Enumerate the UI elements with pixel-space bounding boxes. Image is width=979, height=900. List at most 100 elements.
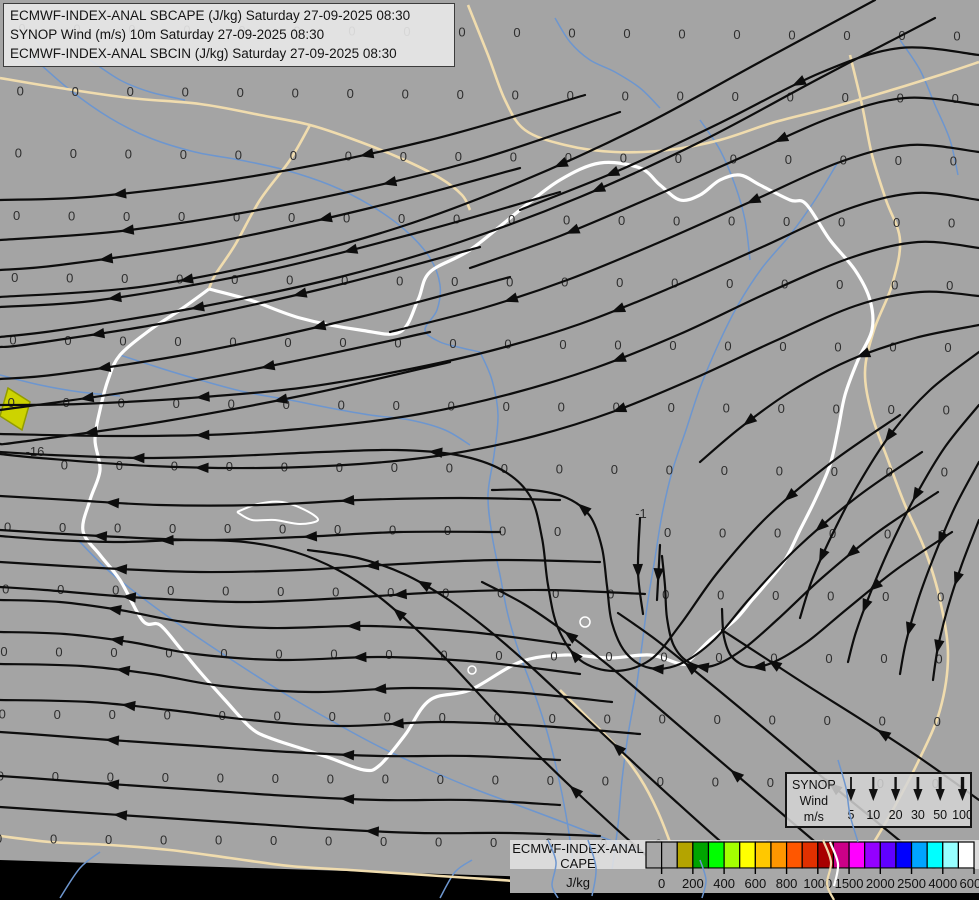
index-value: 0	[389, 523, 396, 538]
index-value: 0	[602, 774, 609, 789]
index-value: 0	[616, 275, 623, 290]
index-value: 0	[72, 84, 79, 99]
index-value: 0	[123, 209, 130, 224]
index-value: 0	[724, 338, 731, 353]
down-arrow-icon	[868, 789, 878, 801]
index-value: 0	[888, 402, 895, 417]
wind-legend-title: SYNOP Wind m/s	[787, 774, 841, 825]
index-value: 0	[767, 775, 774, 790]
index-value: 0	[769, 713, 776, 728]
index-value: 0	[554, 524, 561, 539]
index-value: 0	[719, 525, 726, 540]
index-value: 0	[604, 711, 611, 726]
cape-swatch	[910, 841, 928, 869]
index-value: 0	[778, 401, 785, 416]
index-value: 0	[568, 26, 575, 41]
index-value: 0	[953, 29, 960, 44]
cape-swatch	[926, 841, 944, 869]
index-value: 0	[220, 646, 227, 661]
index-value: 0	[387, 585, 394, 600]
cape-swatch	[957, 841, 975, 869]
index-value: 0	[838, 215, 845, 230]
index-value: 0	[332, 584, 339, 599]
cape-swatch	[676, 841, 694, 869]
index-value: 0	[380, 834, 387, 849]
index-value: 0	[513, 25, 520, 40]
index-value: 0	[779, 339, 786, 354]
index-value: 0	[109, 707, 116, 722]
cape-swatch	[895, 841, 913, 869]
cape-tick-label: 400	[713, 876, 735, 891]
cape-color-scale: ECMWF-INDEX-ANALCAPE J/kg 0 200 400 600 800 100…	[510, 840, 979, 900]
index-value: 0	[492, 773, 499, 788]
down-arrow-icon	[846, 789, 856, 801]
index-value: 0	[559, 337, 566, 352]
index-value: 0	[772, 588, 779, 603]
index-value: 0	[824, 713, 831, 728]
index-value: 0	[222, 584, 229, 599]
index-value: 0	[712, 774, 719, 789]
index-value: 0	[224, 521, 231, 536]
index-value: 0	[339, 335, 346, 350]
cape-swatch	[770, 841, 788, 869]
index-value: 0	[549, 711, 556, 726]
index-value: 0	[950, 153, 957, 168]
index-value: 0	[288, 210, 295, 225]
cape-swatch	[864, 841, 881, 869]
index-value: 0	[329, 709, 336, 724]
index-value: 0	[182, 85, 189, 100]
index-value: 0	[717, 588, 724, 603]
index-value: 0	[165, 645, 172, 660]
index-value: 0	[677, 89, 684, 104]
index-value: 0	[233, 210, 240, 225]
cape-tick-label: 0	[658, 876, 665, 891]
index-value: 0	[125, 147, 132, 162]
index-value: 0	[622, 88, 629, 103]
cape-swatch	[692, 841, 710, 869]
index-value: 0	[325, 834, 332, 849]
index-value: 0	[116, 458, 123, 473]
index-value: 0	[733, 27, 740, 42]
index-value: 0	[882, 589, 889, 604]
index-value: 0	[510, 150, 517, 165]
index-value: 0	[0, 706, 6, 721]
wind-legend: SYNOP Wind m/s 5 10 20 30 50 100	[785, 772, 972, 828]
index-value: 0	[946, 278, 953, 293]
cape-swatch	[942, 841, 959, 869]
index-value: 0	[943, 402, 950, 417]
weather-map-screen: 0 0 0 0 0 0 0 0 0 0 0 0 0 0 0 0 0 0 0 0 0 0 0 0 0 0 0 0 0 0 0 0 0 0 0 0 0 0 0 0…	[0, 0, 979, 900]
cape-tick-label: 6000	[960, 876, 979, 891]
index-value: 0	[449, 336, 456, 351]
index-value: 0	[453, 212, 460, 227]
cape-swatch	[848, 841, 866, 869]
index-value: 0	[338, 398, 345, 413]
index-value: 0	[499, 523, 506, 538]
wind-speed-label: 5	[847, 808, 854, 822]
index-value: 0	[827, 588, 834, 603]
index-value: 0	[396, 273, 403, 288]
cape-tick-label: 2000	[866, 876, 895, 891]
map-title-box: ECMWF-INDEX-ANAL SBCAPE (J/kg) Saturday …	[3, 3, 455, 67]
index-value: 0	[174, 334, 181, 349]
index-value: 0	[714, 712, 721, 727]
wind-speed-label: 100	[952, 808, 970, 822]
index-value: 0	[402, 87, 409, 102]
bottom-black-bar	[510, 893, 979, 900]
index-value: 0	[669, 338, 676, 353]
index-value: 0	[620, 151, 627, 166]
index-value: 0	[215, 833, 222, 848]
index-value: 0	[398, 211, 405, 226]
cape-swatch	[739, 841, 756, 869]
index-value: 0	[547, 773, 554, 788]
index-value: 0	[13, 208, 20, 223]
wind-speed-label: 30	[911, 808, 925, 822]
index-value: 0	[723, 401, 730, 416]
index-value: 0	[286, 272, 293, 287]
index-value: 0	[270, 833, 277, 848]
down-arrow-icon	[935, 789, 945, 801]
title-line-sbcape: ECMWF-INDEX-ANAL SBCAPE (J/kg) Saturday …	[10, 8, 411, 23]
cape-legend-title-line: ECMWF-INDEX-ANAL	[512, 841, 643, 856]
index-value: 0	[279, 522, 286, 537]
cape-swatch	[832, 841, 850, 869]
index-value: 0	[457, 87, 464, 102]
